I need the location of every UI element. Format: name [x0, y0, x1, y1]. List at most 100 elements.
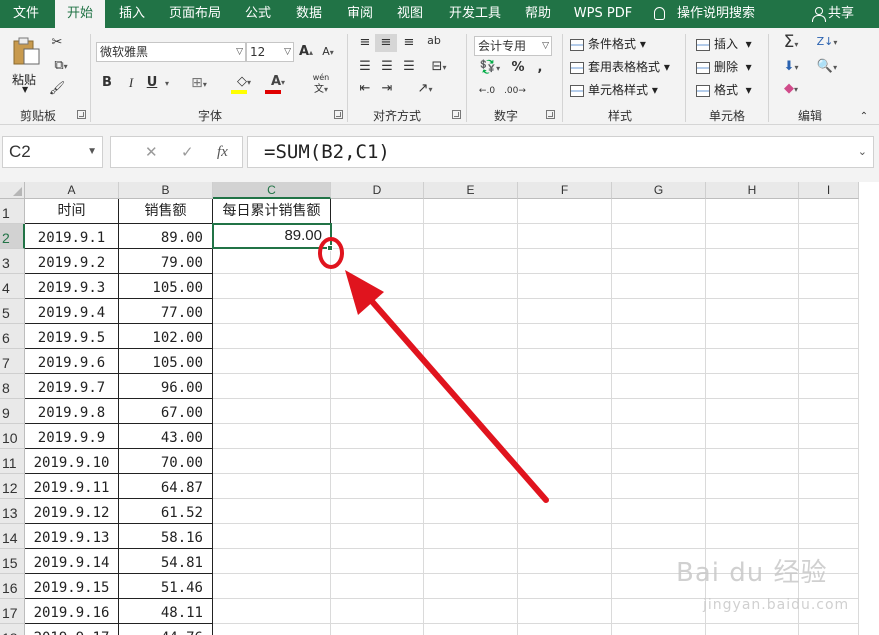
cell-c5[interactable] — [213, 299, 331, 324]
cell-e8[interactable] — [424, 374, 518, 399]
tab-review[interactable]: 审阅 — [338, 0, 382, 28]
italic-button[interactable]: I — [124, 74, 138, 92]
cell-c16[interactable] — [213, 574, 331, 599]
cell-i7[interactable] — [799, 349, 859, 374]
cell-h9[interactable] — [706, 399, 799, 424]
cell-a14[interactable]: 2019.9.13 — [25, 524, 119, 549]
cell-f4[interactable] — [518, 274, 612, 299]
cell-c12[interactable] — [213, 474, 331, 499]
cell-b12[interactable]: 64.87 — [119, 474, 213, 499]
cell-c17[interactable] — [213, 599, 331, 624]
cell-d17[interactable] — [331, 599, 424, 624]
cell-g7[interactable] — [612, 349, 706, 374]
cell-c18[interactable] — [213, 624, 331, 635]
cell-c1[interactable]: 每日累计销售额 — [213, 199, 331, 224]
cell-f3[interactable] — [518, 249, 612, 274]
find-select-icon[interactable]: 🔍▾ — [812, 58, 842, 77]
cell-a12[interactable]: 2019.9.11 — [25, 474, 119, 499]
cell-a9[interactable]: 2019.9.8 — [25, 399, 119, 424]
cell-d15[interactable] — [331, 549, 424, 574]
cell-c3[interactable] — [213, 249, 331, 274]
cut-icon[interactable]: ✂ — [48, 34, 66, 52]
tab-home[interactable]: 开始 — [55, 0, 105, 30]
cell-c13[interactable] — [213, 499, 331, 524]
cell-e3[interactable] — [424, 249, 518, 274]
paste-button[interactable]: 粘贴 ▼ — [8, 34, 44, 94]
column-header-g[interactable]: G — [612, 182, 706, 199]
cell-f5[interactable] — [518, 299, 612, 324]
cell-g8[interactable] — [612, 374, 706, 399]
cell-a3[interactable]: 2019.9.2 — [25, 249, 119, 274]
cell-i9[interactable] — [799, 399, 859, 424]
cell-a8[interactable]: 2019.9.7 — [25, 374, 119, 399]
cell-a6[interactable]: 2019.9.5 — [25, 324, 119, 349]
row-header-1[interactable]: 1 — [0, 199, 25, 224]
cell-d3[interactable] — [331, 249, 424, 274]
cell-e4[interactable] — [424, 274, 518, 299]
cell-h11[interactable] — [706, 449, 799, 474]
cell-f9[interactable] — [518, 399, 612, 424]
cell-i8[interactable] — [799, 374, 859, 399]
column-header-a[interactable]: A — [25, 182, 119, 199]
align-middle-icon[interactable]: ≡ — [375, 34, 397, 52]
cell-f18[interactable] — [518, 624, 612, 635]
decrease-indent-icon[interactable]: ⇤ — [356, 80, 374, 98]
column-header-e[interactable]: E — [424, 182, 518, 199]
cell-i14[interactable] — [799, 524, 859, 549]
cell-e12[interactable] — [424, 474, 518, 499]
cell-b3[interactable]: 79.00 — [119, 249, 213, 274]
cell-a7[interactable]: 2019.9.6 — [25, 349, 119, 374]
row-header-18[interactable]: 18 — [0, 624, 25, 635]
align-center-icon[interactable]: ☰ — [378, 58, 396, 76]
cell-b13[interactable]: 61.52 — [119, 499, 213, 524]
cell-e7[interactable] — [424, 349, 518, 374]
row-header-7[interactable]: 7 — [0, 349, 25, 374]
format-painter-icon[interactable]: 🖌 — [48, 80, 66, 98]
cell-h18[interactable] — [706, 624, 799, 635]
cell-h7[interactable] — [706, 349, 799, 374]
share-button[interactable]: 共享 — [812, 0, 874, 28]
cell-d8[interactable] — [331, 374, 424, 399]
row-header-4[interactable]: 4 — [0, 274, 25, 299]
cell-g3[interactable] — [612, 249, 706, 274]
cell-e14[interactable] — [424, 524, 518, 549]
cell-i11[interactable] — [799, 449, 859, 474]
cell-h4[interactable] — [706, 274, 799, 299]
cell-b16[interactable]: 51.46 — [119, 574, 213, 599]
cell-i4[interactable] — [799, 274, 859, 299]
tab-page-layout[interactable]: 页面布局 — [160, 0, 230, 28]
cell-e18[interactable] — [424, 624, 518, 635]
tab-help[interactable]: 帮助 — [516, 0, 560, 28]
cell-b5[interactable]: 77.00 — [119, 299, 213, 324]
cell-b4[interactable]: 105.00 — [119, 274, 213, 299]
cell-a10[interactable]: 2019.9.9 — [25, 424, 119, 449]
cell-a2[interactable]: 2019.9.1 — [25, 224, 119, 249]
cell-c6[interactable] — [213, 324, 331, 349]
tab-formulas[interactable]: 公式 — [236, 0, 280, 28]
fill-color-icon[interactable]: ◇▾ — [229, 73, 259, 94]
row-header-16[interactable]: 16 — [0, 574, 25, 599]
cell-c11[interactable] — [213, 449, 331, 474]
cell-h10[interactable] — [706, 424, 799, 449]
cell-g1[interactable] — [612, 199, 706, 224]
cell-e9[interactable] — [424, 399, 518, 424]
cell-i13[interactable] — [799, 499, 859, 524]
cell-c4[interactable] — [213, 274, 331, 299]
cell-a1[interactable]: 时间 — [25, 199, 119, 224]
fill-down-icon[interactable]: ⬇▾ — [776, 58, 806, 77]
cell-i12[interactable] — [799, 474, 859, 499]
cell-g2[interactable] — [612, 224, 706, 249]
cell-h5[interactable] — [706, 299, 799, 324]
cell-g14[interactable] — [612, 524, 706, 549]
cell-g17[interactable] — [612, 599, 706, 624]
cell-f15[interactable] — [518, 549, 612, 574]
orientation-icon[interactable]: ↗▾ — [410, 80, 440, 99]
cancel-icon[interactable]: ✕ — [145, 137, 158, 167]
cell-b1[interactable]: 销售额 — [119, 199, 213, 224]
row-header-8[interactable]: 8 — [0, 374, 25, 399]
delete-cells-button[interactable]: 删除 ▾ — [696, 58, 752, 76]
cell-f17[interactable] — [518, 599, 612, 624]
comma-style-button[interactable]: , — [534, 59, 546, 77]
cell-d18[interactable] — [331, 624, 424, 635]
cell-e2[interactable] — [424, 224, 518, 249]
